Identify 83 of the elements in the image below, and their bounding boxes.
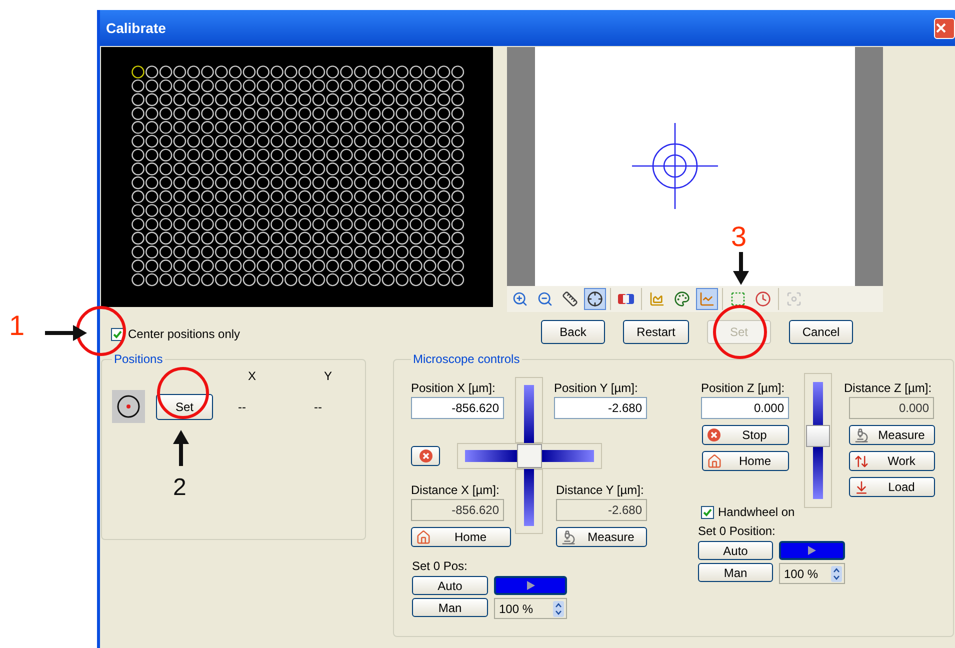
field-label: Position Z [µm]:	[701, 381, 786, 395]
input-field: 0.000	[849, 397, 934, 419]
microscope-icon	[854, 428, 869, 442]
house-icon	[707, 454, 722, 468]
field-label: Distance Z [µm]:	[844, 381, 933, 395]
slider-thumb[interactable]	[806, 424, 830, 447]
chart-icon	[649, 291, 665, 307]
z-slider-track[interactable]	[804, 373, 832, 508]
close-button[interactable]	[934, 18, 955, 38]
up-arrow-icon	[173, 430, 189, 466]
zoom-out-icon	[537, 291, 553, 307]
checkbox[interactable]: Handwheel on	[701, 503, 858, 521]
input-field[interactable]: -2.680	[554, 397, 647, 419]
target-icon	[112, 390, 145, 423]
up-down-arrows-icon	[854, 454, 869, 468]
joystick-upper-arm[interactable]	[515, 377, 543, 443]
annotation-number: 3	[731, 223, 747, 251]
stop-icon	[418, 449, 432, 463]
dialog-button[interactable]: Restart	[623, 320, 689, 344]
annotation-number: 1	[9, 312, 25, 340]
checkbox[interactable]: Center positions only	[111, 325, 493, 343]
column-header: X	[248, 369, 256, 383]
home-button[interactable]: Home	[702, 451, 789, 471]
down-arrow-icon	[854, 480, 869, 494]
microscope-icon	[561, 530, 576, 544]
input-field: -2.680	[556, 499, 647, 521]
crosshair-icon	[587, 291, 603, 307]
play-icon	[526, 581, 534, 590]
spinner-arrows-icon	[553, 600, 564, 616]
zoom-in-icon	[512, 291, 528, 307]
field-label: Distance Y [µm]:	[556, 483, 645, 497]
field-label: Set 0 Position:	[698, 524, 776, 538]
spinner-arrows-icon	[831, 566, 842, 582]
window-title: Calibrate	[106, 18, 166, 38]
group-title: Microscope controls	[412, 351, 521, 368]
down-arrow-icon	[733, 252, 749, 285]
palette-icon	[674, 291, 690, 307]
auto-button[interactable]: Auto	[412, 576, 488, 595]
field-label: Distance X [µm]:	[411, 483, 500, 497]
group-title: Positions	[113, 351, 164, 368]
field-label: Set 0 Pos:	[412, 559, 468, 573]
joystick-lower-arm[interactable]	[515, 469, 543, 534]
chart-line-icon	[699, 291, 715, 307]
checkmark-icon	[703, 508, 712, 516]
field-label: Position X [µm]:	[411, 381, 496, 395]
close-icon	[935, 22, 947, 34]
field-label: Position Y [µm]:	[554, 381, 639, 395]
stop-button[interactable]: Stop	[702, 425, 789, 445]
dialog-button[interactable]: Cancel	[789, 320, 853, 344]
focus-icon	[786, 291, 802, 307]
manual-button[interactable]: Man	[412, 598, 488, 617]
table-cell-text: --	[238, 398, 247, 416]
measure-button[interactable]: Measure	[556, 527, 647, 547]
joystick-horizontal-bar[interactable]	[457, 443, 602, 469]
input-field: -856.620	[411, 499, 504, 521]
play-icon	[808, 546, 816, 555]
stop-icon	[707, 428, 721, 442]
stop-button[interactable]	[411, 446, 440, 466]
dashed-square-icon	[730, 291, 746, 307]
auto-button[interactable]: Auto	[698, 541, 773, 560]
right-arrow-icon	[45, 325, 87, 341]
clock-icon	[755, 291, 771, 307]
color-strip-icon	[618, 294, 634, 304]
annotation-number: 2	[173, 476, 186, 500]
input-field[interactable]: -856.620	[411, 397, 504, 419]
dialog-button[interactable]: Back	[541, 320, 605, 344]
table-cell-text: --	[314, 398, 322, 416]
input-field[interactable]: 0.000	[701, 397, 789, 419]
speed-spinner[interactable]: 100 %	[494, 598, 567, 619]
home-button[interactable]: Home	[411, 527, 511, 547]
play-button[interactable]	[779, 541, 845, 560]
speed-spinner[interactable]: 100 %	[779, 563, 845, 584]
manual-button[interactable]: Man	[698, 563, 773, 582]
ruler-icon	[562, 291, 578, 307]
measure-button[interactable]: Measure	[849, 425, 935, 445]
play-button[interactable]	[494, 576, 567, 595]
house-icon	[416, 530, 431, 544]
checkmark-icon	[113, 330, 122, 338]
work-button[interactable]: Work	[849, 451, 935, 471]
target-crosshair-icon	[632, 122, 718, 208]
column-header: Y	[324, 369, 332, 383]
load-button[interactable]: Load	[849, 477, 935, 497]
toolbar-button[interactable]	[584, 288, 606, 310]
